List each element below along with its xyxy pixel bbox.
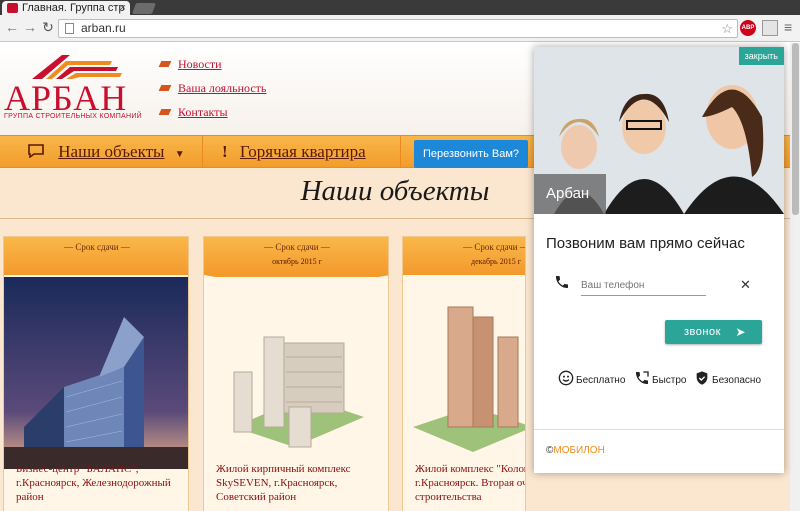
call-button-label: звонок xyxy=(684,326,721,338)
nav-our-objects-label: Наши объекты xyxy=(58,142,165,161)
nav-hot-apartment-label: Горячая квартира xyxy=(239,142,366,161)
card-deadline-date: декабрь 2015 г xyxy=(471,257,521,266)
extension-icon[interactable] xyxy=(762,20,778,36)
widget-divider xyxy=(534,429,784,430)
header-links: Новости Ваша лояльность Контакты xyxy=(160,57,266,129)
speech-bubble-icon xyxy=(28,144,44,159)
widget-close-button[interactable]: закрыть xyxy=(738,47,784,65)
browser-tab[interactable]: Главная. Группа стр × xyxy=(2,1,130,15)
phone-input[interactable] xyxy=(581,276,706,296)
card-description[interactable]: Бизнес-центр "БАЛАНС", г.Красноярск, Жел… xyxy=(16,462,182,504)
browser-menu-icon[interactable]: ≡ xyxy=(784,20,800,36)
link-loyalty[interactable]: Ваша лояльность xyxy=(160,81,266,96)
bookmark-star-icon[interactable]: ☆ xyxy=(721,20,733,37)
nav-hot-apartment[interactable]: ! Горячая квартира xyxy=(222,136,366,168)
shield-icon xyxy=(696,371,708,385)
forward-arrow-icon[interactable]: → xyxy=(22,19,38,35)
nav-our-objects[interactable]: Наши объекты ▼ xyxy=(28,136,185,168)
widget-brand: Арбан xyxy=(534,174,606,214)
nav-divider xyxy=(400,136,401,168)
skyseven-complex-image[interactable] xyxy=(204,277,389,469)
tab-title: Главная. Группа стр xyxy=(22,2,125,14)
browser-toolbar: ← → ↻ arban.ru ☆ ABP ≡ xyxy=(0,15,800,42)
widget-title: Позвоним вам прямо сейчас xyxy=(546,235,745,252)
clear-input-icon[interactable]: ✕ xyxy=(740,277,751,293)
tab-close-icon[interactable]: × xyxy=(120,1,126,15)
card-description[interactable]: Жилой комплекс "Коломенский", г.Краснояр… xyxy=(415,462,525,504)
phone-callback-icon xyxy=(636,371,649,384)
back-arrow-icon[interactable]: ← xyxy=(4,19,20,35)
link-contacts[interactable]: Контакты xyxy=(160,105,266,120)
site-favicon-icon xyxy=(7,3,18,13)
card-deadline-label: — Срок сдачи — xyxy=(463,242,525,252)
logo-subtitle: ГРУППА СТРОИТЕЛЬНЫХ КОМПАНИЙ xyxy=(4,113,143,120)
chevron-down-icon: ▼ xyxy=(174,149,185,160)
reload-icon[interactable]: ↻ xyxy=(40,19,56,36)
nav-divider xyxy=(202,136,203,168)
kolomensky-complex-image[interactable] xyxy=(403,277,526,469)
card-description[interactable]: Жилой кирпичный комплекс SkySEVEN, г.Кра… xyxy=(216,462,382,504)
link-news[interactable]: Новости xyxy=(160,57,266,72)
feature-safe-label: Безопасно xyxy=(712,375,761,386)
adblock-icon[interactable]: ABP xyxy=(740,20,756,36)
phone-icon xyxy=(556,276,568,288)
object-card[interactable]: — Срок сдачи — Бизнес-центр "БАЛАНС", г.… xyxy=(3,236,189,511)
card-deadline-date: октябрь 2015 г xyxy=(272,257,322,266)
smile-icon xyxy=(558,370,574,386)
feature-fast-label: Быстро xyxy=(652,375,687,386)
page-icon xyxy=(65,23,74,34)
business-center-image[interactable] xyxy=(4,277,189,469)
tab-bar: Главная. Группа стр × xyxy=(0,0,800,15)
url-text: arban.ru xyxy=(81,21,126,35)
page-scrollbar-thumb[interactable] xyxy=(792,43,799,215)
card-deadline-label: — Срок сдачи — xyxy=(264,242,330,252)
callback-button[interactable]: Перезвонить Вам? xyxy=(414,140,528,168)
callback-widget: закрыть Арбан Позвоним вам прямо сейчас … xyxy=(534,47,784,473)
exclamation-icon: ! xyxy=(222,142,228,161)
widget-footer: ©МОБИЛОН xyxy=(546,445,605,456)
address-bar[interactable]: arban.ru ☆ xyxy=(58,19,738,38)
object-card[interactable]: — Срок сдачи — декабрь 2015 г Жилой комп… xyxy=(402,236,526,511)
feature-free-label: Бесплатно xyxy=(576,375,626,386)
send-arrow-icon: ➤ xyxy=(735,325,746,339)
card-deadline-label: — Срок сдачи — xyxy=(64,242,130,252)
call-button[interactable]: звонок ➤ xyxy=(665,320,762,344)
widget-hero-image: закрыть Арбан xyxy=(534,47,784,214)
new-tab-button[interactable] xyxy=(131,3,157,14)
mobilon-link[interactable]: МОБИЛОН xyxy=(553,445,604,456)
object-card[interactable]: — Срок сдачи — октябрь 2015 г Жилой кирп… xyxy=(203,236,389,511)
